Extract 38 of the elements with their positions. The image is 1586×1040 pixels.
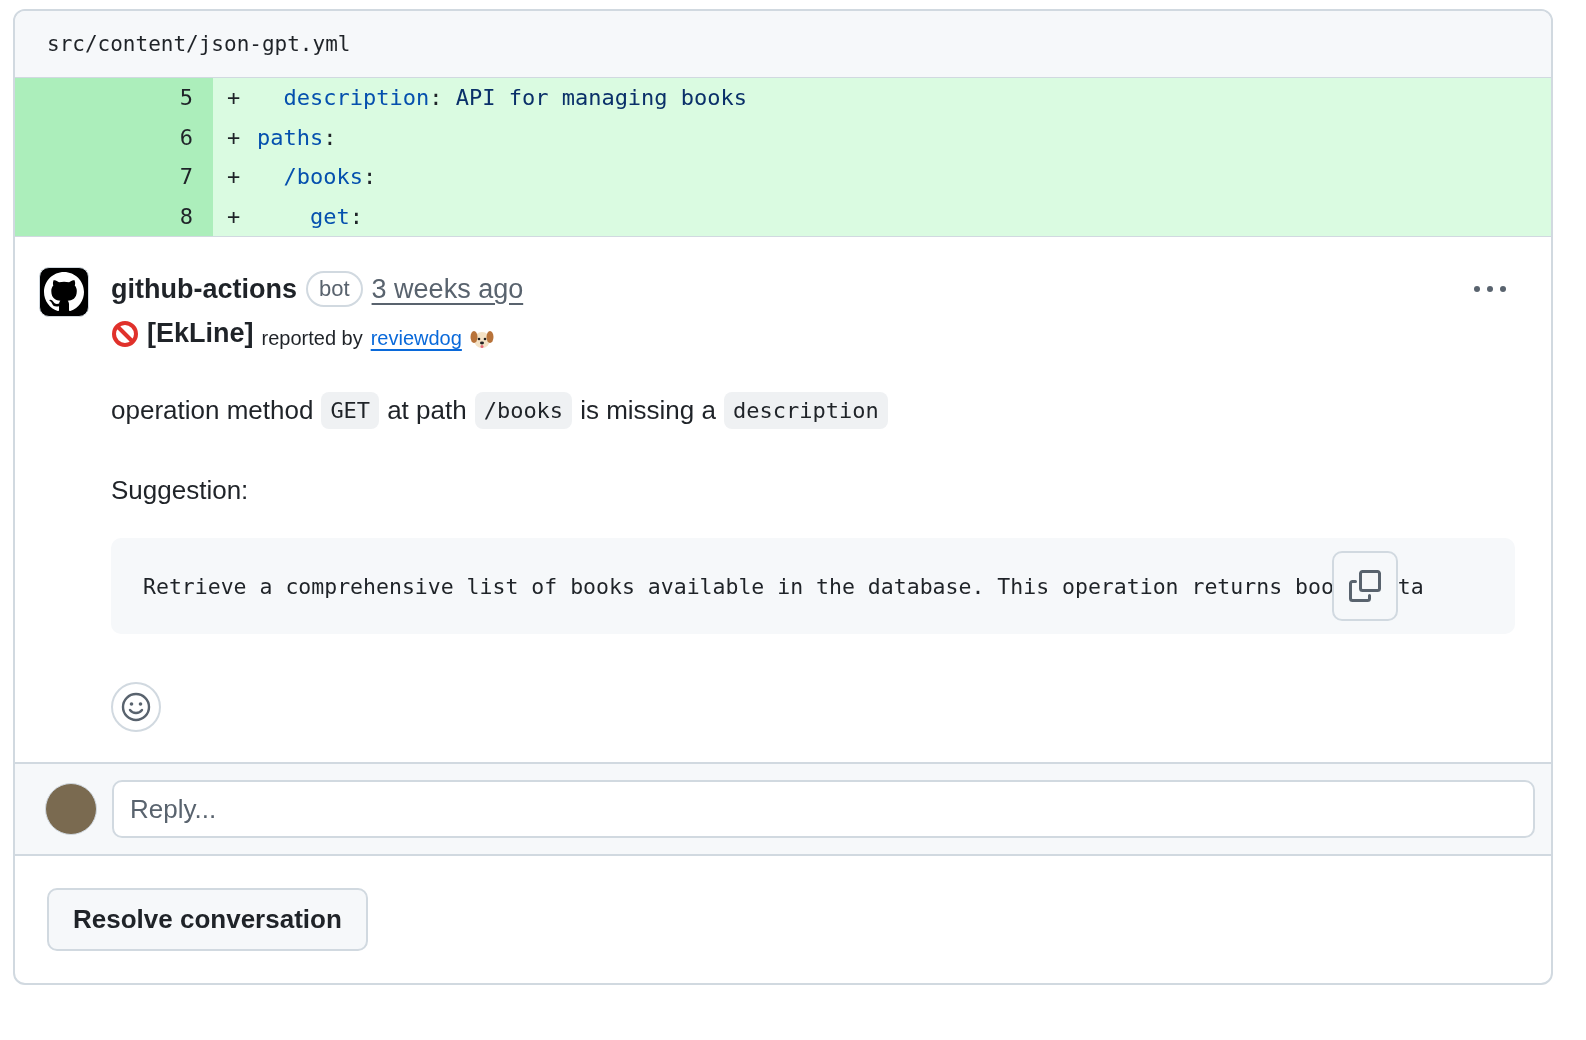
inline-code: description [723,392,888,429]
avatar-icon [39,267,89,317]
added-sign: + [227,124,242,150]
code-line: get: [308,203,363,229]
more-options-icon[interactable] [1473,285,1507,293]
added-sign: + [227,203,242,229]
message-text: operation method [111,395,314,426]
resolve-conversation-button[interactable]: Resolve conversation [47,888,368,951]
copy-icon [1348,570,1381,602]
line-number: 7 [15,157,213,197]
suggestion-code: Retrieve a comprehensive list of books available in the database. This operation returns boo [143,573,1334,599]
tool-label: [EkLine] [147,318,254,349]
inline-code: /books [474,392,573,429]
suggestion-label: Suggestion: [111,475,250,506]
reported-by-text: reported by [261,327,363,350]
timestamp-link[interactable]: 3 weeks ago [371,273,524,305]
suggestion-code: ta [1397,573,1424,599]
message-text: at path [387,395,467,426]
copy-button[interactable] [1331,551,1398,621]
inline-code: GET [321,392,380,429]
line-number: 8 [15,196,213,236]
code-line: /books: [282,164,377,190]
added-sign: + [227,164,242,190]
smiley-icon [120,691,152,723]
line-number: 5 [15,78,213,118]
reply-field[interactable]: Reply... [112,780,1535,838]
prohibited-icon [111,319,139,348]
code-line: paths: [257,124,337,150]
message-text: is missing a [580,395,716,426]
line-number: 6 [15,117,213,157]
user-avatar [45,783,97,835]
file-path: src/content/json-gpt.yml [47,32,351,56]
bot-badge: bot [306,271,363,307]
reporter-link[interactable]: reviewdog [370,327,462,350]
author-name[interactable]: github-actions [111,273,297,305]
code-line: description: API for managing books [282,85,748,111]
added-sign: + [227,85,242,111]
add-reaction-button[interactable] [111,682,161,732]
